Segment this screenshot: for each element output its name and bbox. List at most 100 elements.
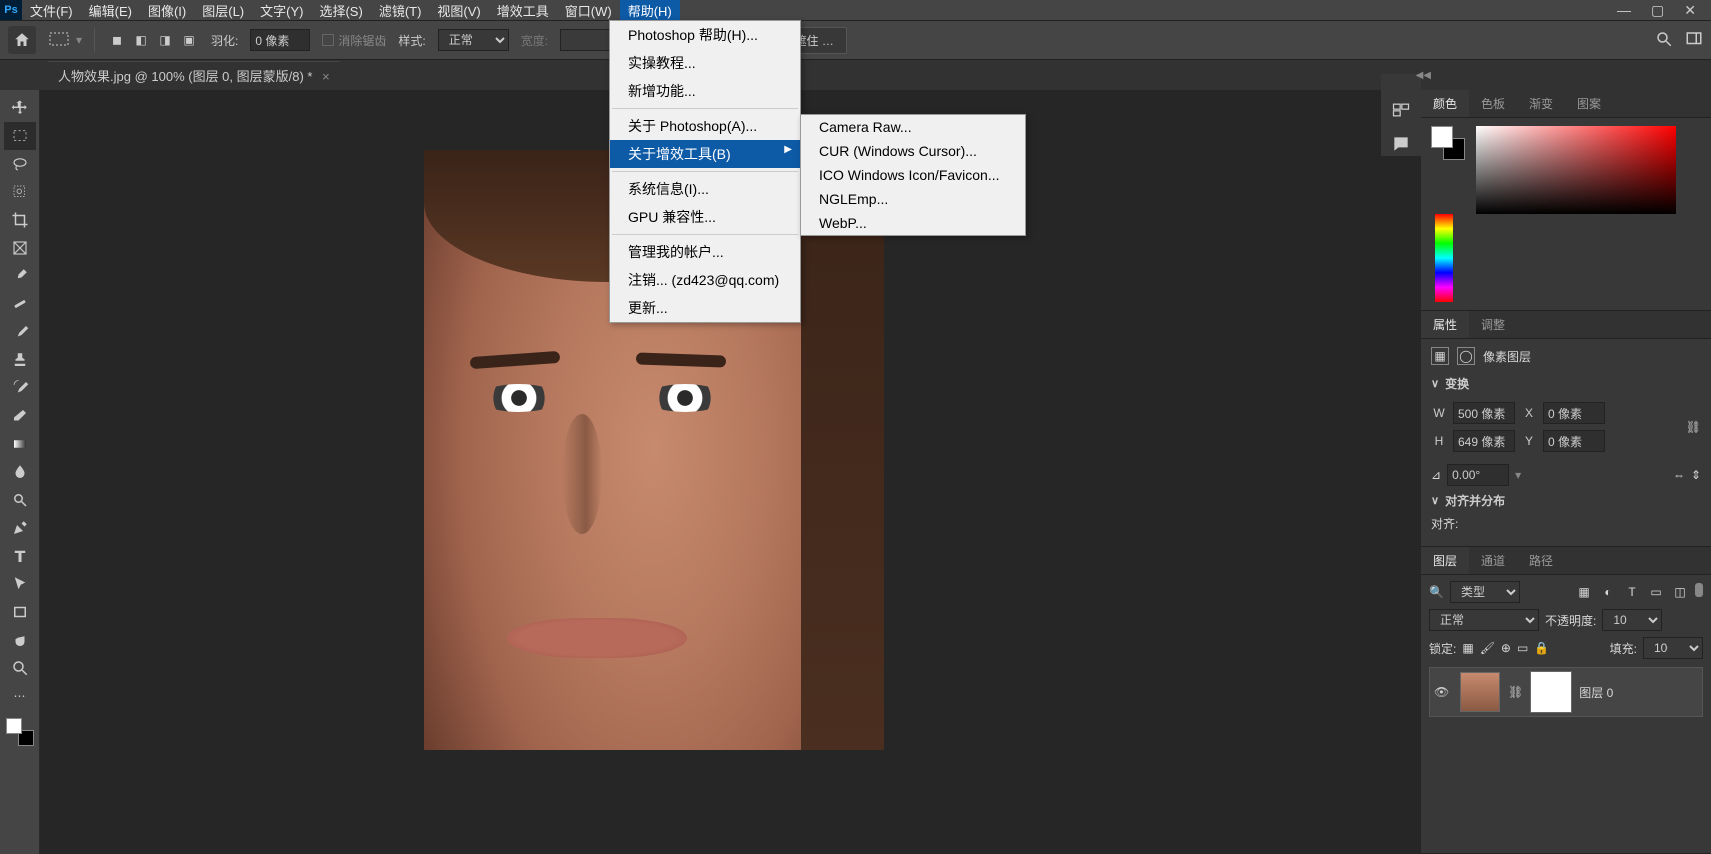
help-updates[interactable]: 更新... <box>610 294 800 322</box>
tool-crop[interactable] <box>4 206 36 234</box>
tool-quick-select[interactable] <box>4 178 36 206</box>
menu-text[interactable]: 文字(Y) <box>252 0 311 22</box>
tool-edit-toolbar[interactable]: ⋯ <box>4 682 36 710</box>
tool-eyedropper[interactable] <box>4 262 36 290</box>
filter-pixel-icon[interactable]: ▦ <box>1575 583 1593 601</box>
tab-close-icon[interactable]: × <box>322 69 330 84</box>
menu-plugins[interactable]: 增效工具 <box>489 0 557 22</box>
link-wh-icon[interactable]: ⛓ <box>1686 420 1701 434</box>
tool-text[interactable] <box>4 542 36 570</box>
blend-mode-select[interactable]: 正常 <box>1429 609 1539 631</box>
opacity-select[interactable]: 100% <box>1602 609 1662 631</box>
help-sign-out[interactable]: 注销... (zd423@qq.com) <box>610 266 800 294</box>
dock-comments-icon[interactable] <box>1389 132 1413 156</box>
tool-eraser[interactable] <box>4 402 36 430</box>
tool-history-brush[interactable] <box>4 374 36 402</box>
tool-lasso[interactable] <box>4 150 36 178</box>
align-section-header[interactable]: 对齐并分布 <box>1431 492 1701 509</box>
selection-add-icon[interactable]: ◧ <box>131 30 151 50</box>
selection-subtract-icon[interactable]: ◨ <box>155 30 175 50</box>
menu-view[interactable]: 视图(V) <box>429 0 488 22</box>
tab-gradients[interactable]: 渐变 <box>1517 90 1565 117</box>
tool-pen[interactable] <box>4 514 36 542</box>
menu-window[interactable]: 窗口(W) <box>557 0 620 22</box>
menu-filter[interactable]: 滤镜(T) <box>371 0 430 22</box>
tab-adjustments[interactable]: 调整 <box>1469 311 1517 338</box>
filter-adjust-icon[interactable]: ◐ <box>1599 583 1617 601</box>
menu-image[interactable]: 图像(I) <box>140 0 194 22</box>
visibility-icon[interactable]: 👁 <box>1434 685 1452 699</box>
lock-artboard-icon[interactable]: ▭ <box>1517 641 1528 655</box>
hue-bar[interactable] <box>1435 214 1453 302</box>
layer-link-icon[interactable]: ⛓ <box>1508 685 1523 699</box>
lock-transparency-icon[interactable]: ▦ <box>1462 641 1473 655</box>
tool-gradient[interactable] <box>4 430 36 458</box>
angle-input[interactable] <box>1447 464 1509 486</box>
tab-color[interactable]: 颜色 <box>1421 90 1469 117</box>
filter-toggle-icon[interactable] <box>1695 583 1703 597</box>
filter-smart-icon[interactable]: ◫ <box>1671 583 1689 601</box>
layer-mask-thumbnail[interactable] <box>1531 672 1571 712</box>
transform-section-header[interactable]: 变换 <box>1431 375 1701 392</box>
plugin-webp[interactable]: WebP... <box>801 211 1025 235</box>
tool-move[interactable] <box>4 94 36 122</box>
lock-position-icon[interactable]: ⊕ <box>1501 641 1511 655</box>
tab-channels[interactable]: 通道 <box>1469 547 1517 574</box>
menu-select[interactable]: 选择(S) <box>311 0 370 22</box>
menu-file[interactable]: 文件(F) <box>22 0 81 22</box>
tab-swatches[interactable]: 色板 <box>1469 90 1517 117</box>
help-photoshop-help[interactable]: Photoshop 帮助(H)... <box>610 21 800 49</box>
width-value-input[interactable] <box>1453 402 1515 424</box>
filter-text-icon[interactable]: T <box>1623 583 1641 601</box>
close-icon[interactable]: ✕ <box>1684 2 1696 19</box>
selection-intersect-icon[interactable]: ▣ <box>179 30 199 50</box>
tab-paths[interactable]: 路径 <box>1517 547 1565 574</box>
feather-input[interactable] <box>250 29 310 51</box>
tab-layers[interactable]: 图层 <box>1421 547 1469 574</box>
x-value-input[interactable] <box>1543 402 1605 424</box>
style-select[interactable]: 正常 <box>438 29 509 51</box>
color-fgbg[interactable] <box>1431 126 1465 160</box>
tab-properties[interactable]: 属性 <box>1421 311 1469 338</box>
panel-collapse-icon[interactable]: ◀◀ <box>1416 70 1431 81</box>
menu-help[interactable]: 帮助(H) <box>620 0 680 22</box>
maximize-icon[interactable]: ▢ <box>1651 2 1664 19</box>
flip-v-icon[interactable]: ⇕ <box>1691 468 1701 482</box>
layer-row[interactable]: 👁 ⛓ 图层 0 <box>1429 667 1703 717</box>
help-manage-account[interactable]: 管理我的帐户... <box>610 238 800 266</box>
help-tutorials[interactable]: 实操教程... <box>610 49 800 77</box>
selection-new-icon[interactable]: ◼ <box>107 30 127 50</box>
help-whats-new[interactable]: 新增功能... <box>610 77 800 105</box>
fill-select[interactable]: 100% <box>1643 637 1703 659</box>
layer-thumbnail[interactable] <box>1460 672 1500 712</box>
plugin-cur[interactable]: CUR (Windows Cursor)... <box>801 139 1025 163</box>
tool-path-select[interactable] <box>4 570 36 598</box>
home-button[interactable] <box>8 26 36 54</box>
lock-image-icon[interactable]: 🖌 <box>1480 641 1495 655</box>
tool-blur[interactable] <box>4 458 36 486</box>
plugin-camera-raw[interactable]: Camera Raw... <box>801 115 1025 139</box>
tool-stamp[interactable] <box>4 346 36 374</box>
help-gpu-compat[interactable]: GPU 兼容性... <box>610 203 800 231</box>
tool-hand[interactable] <box>4 626 36 654</box>
tool-dodge[interactable] <box>4 486 36 514</box>
tool-zoom[interactable] <box>4 654 36 682</box>
filter-search-icon[interactable]: 🔍 <box>1429 585 1444 599</box>
marquee-tool-preset[interactable]: ▾ <box>48 31 82 49</box>
workspace-icon[interactable] <box>1685 30 1703 51</box>
plugin-ico[interactable]: ICO Windows Icon/Favicon... <box>801 163 1025 187</box>
menu-layer[interactable]: 图层(L) <box>194 0 252 22</box>
color-field[interactable] <box>1476 126 1676 214</box>
help-about-plugins[interactable]: 关于增效工具(B) <box>610 140 800 168</box>
tool-marquee[interactable] <box>4 122 36 150</box>
document-tab[interactable]: 人物效果.jpg @ 100% (图层 0, 图层蒙版/8) * × <box>48 61 340 89</box>
height-value-input[interactable] <box>1453 430 1515 452</box>
tab-patterns[interactable]: 图案 <box>1565 90 1613 117</box>
tool-frame[interactable] <box>4 234 36 262</box>
filter-kind-select[interactable]: 类型 <box>1450 581 1520 603</box>
help-system-info[interactable]: 系统信息(I)... <box>610 175 800 203</box>
plugin-nglemp[interactable]: NGLEmp... <box>801 187 1025 211</box>
help-about-photoshop[interactable]: 关于 Photoshop(A)... <box>610 112 800 140</box>
foreground-color-swatch[interactable] <box>6 718 22 734</box>
tool-shape[interactable] <box>4 598 36 626</box>
